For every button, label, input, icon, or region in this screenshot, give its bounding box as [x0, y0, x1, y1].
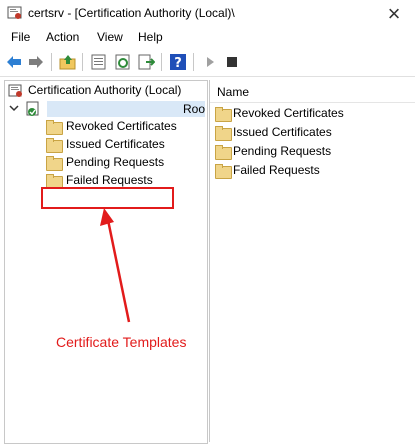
properties-icon[interactable]	[90, 53, 108, 71]
chevron-down-icon[interactable]	[9, 103, 19, 113]
menu-file[interactable]: File	[11, 30, 30, 44]
back-arrow-icon[interactable]	[5, 53, 23, 71]
tree-item-pending-requests[interactable]: Pending Requests	[66, 155, 164, 169]
folder-icon	[46, 156, 63, 171]
list-item-revoked-certificates[interactable]: Revoked Certificates	[233, 106, 344, 120]
folder-icon	[215, 126, 232, 141]
certsrv-app-icon	[7, 6, 22, 19]
up-folder-icon[interactable]	[59, 53, 77, 71]
export-list-icon[interactable]	[137, 53, 155, 71]
ca-node-selection[interactable]: Roo	[47, 101, 205, 117]
missing-item-highlight-box	[41, 187, 174, 209]
tree-item-revoked-certificates[interactable]: Revoked Certificates	[66, 119, 177, 133]
toolbar-separator	[82, 53, 83, 71]
folder-icon	[215, 107, 232, 122]
menu-bar: File Action View Help	[0, 27, 415, 47]
tree-item-issued-certificates[interactable]: Issued Certificates	[66, 137, 165, 151]
refresh-icon[interactable]	[114, 53, 132, 71]
toolbar: ?	[0, 48, 415, 77]
tree-root-label[interactable]: Certification Authority (Local)	[28, 83, 181, 97]
menu-help[interactable]: Help	[138, 30, 163, 44]
stop-icon[interactable]	[223, 53, 241, 71]
column-header-name[interactable]: Name	[210, 80, 415, 103]
toolbar-separator	[51, 53, 52, 71]
play-icon[interactable]	[201, 53, 219, 71]
svg-text:?: ?	[174, 56, 182, 71]
folder-icon	[215, 145, 232, 160]
title-bar: certsrv - [Certification Authority (Loca…	[0, 0, 415, 26]
certification-authority-icon	[8, 84, 22, 97]
toolbar-separator	[161, 53, 162, 71]
column-header-label: Name	[217, 85, 250, 99]
menu-action[interactable]: Action	[46, 30, 79, 44]
folder-icon	[46, 120, 63, 135]
list-item-pending-requests[interactable]: Pending Requests	[233, 144, 331, 158]
list-item-failed-requests[interactable]: Failed Requests	[233, 163, 320, 177]
close-window-button[interactable]: ×	[373, 1, 415, 27]
ca-server-icon	[26, 101, 39, 116]
menu-view[interactable]: View	[97, 30, 123, 44]
folder-icon	[46, 138, 63, 153]
help-icon[interactable]: ?	[169, 53, 187, 71]
window-title: certsrv - [Certification Authority (Loca…	[28, 6, 235, 20]
results-pane[interactable]: Name Revoked Certificates Issued Certifi…	[209, 80, 415, 442]
tree-item-failed-requests[interactable]: Failed Requests	[66, 173, 153, 187]
annotation-label: Certificate Templates	[56, 334, 187, 350]
console-tree-pane[interactable]: Certification Authority (Local) Roo Revo…	[4, 80, 208, 444]
folder-icon	[215, 164, 232, 179]
list-item-issued-certificates[interactable]: Issued Certificates	[233, 125, 332, 139]
toolbar-separator	[193, 53, 194, 71]
forward-arrow-icon[interactable]	[27, 53, 45, 71]
ca-node-label: Roo	[182, 102, 205, 116]
